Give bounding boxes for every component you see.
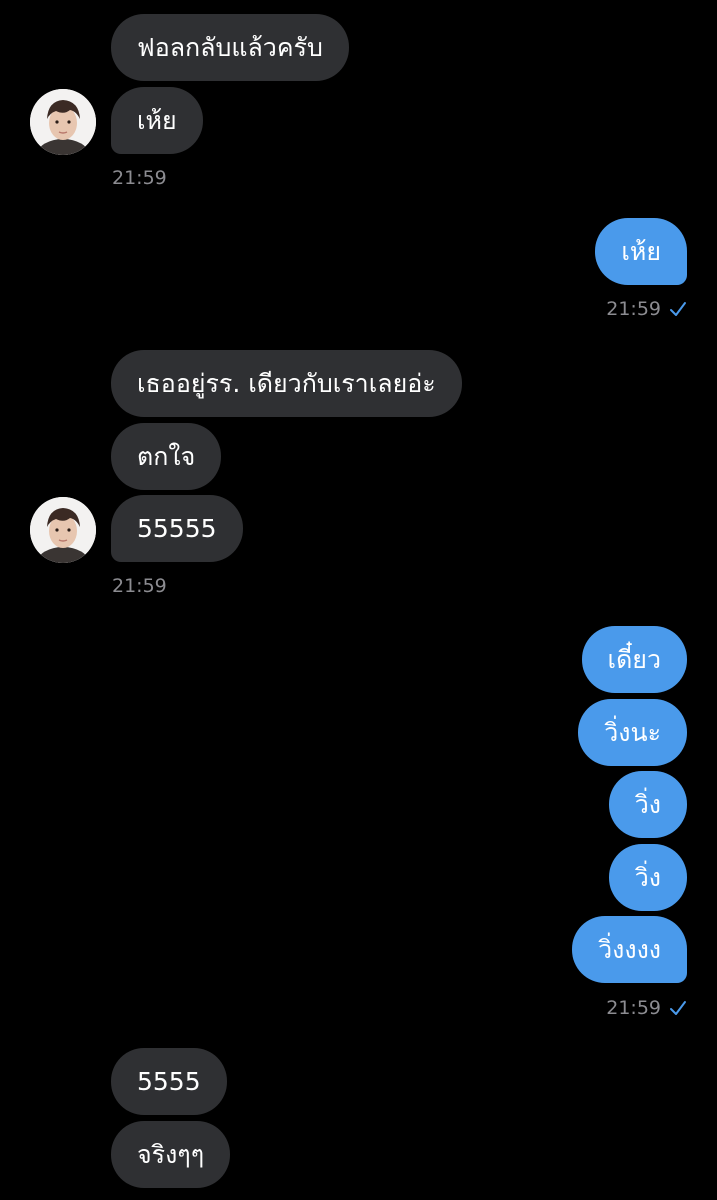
outgoing-message-bubble[interactable]: วิ่ง xyxy=(608,771,687,838)
contact-avatar[interactable] xyxy=(30,89,96,155)
outgoing-message-bubble[interactable]: เห้ย xyxy=(595,218,687,285)
incoming-message-bubble[interactable]: เธออยู่รร. เดียวกับเราเลยอ่ะ xyxy=(111,350,462,417)
incoming-message-bubble[interactable]: ตกใจ xyxy=(111,423,222,490)
avatar-image xyxy=(30,89,96,155)
check-icon xyxy=(670,302,686,316)
chat-screen: { "conversation": { "messages": [ {"side… xyxy=(0,0,717,1200)
message-timestamp: 21:59 xyxy=(112,575,167,597)
check-icon xyxy=(670,1001,686,1015)
message-meta: 21:59 xyxy=(606,997,687,1019)
message-timestamp: 21:59 xyxy=(112,167,167,189)
incoming-message-bubble[interactable]: จริงๆๆ xyxy=(111,1121,231,1188)
avatar-image xyxy=(30,497,96,563)
incoming-message-bubble[interactable]: เห้ย xyxy=(111,87,203,154)
incoming-message-bubble[interactable]: 55555 xyxy=(111,495,243,562)
message-timestamp: 21:59 xyxy=(606,997,661,1019)
outgoing-message-bubble[interactable]: วิ่งนะ xyxy=(578,699,687,766)
incoming-message-bubble[interactable]: 5555 xyxy=(111,1048,227,1115)
incoming-message-bubble[interactable]: ฟอลกลับแล้วครับ xyxy=(111,14,349,81)
contact-avatar[interactable] xyxy=(30,497,96,563)
outgoing-message-bubble[interactable]: วิ่ง xyxy=(608,844,687,911)
outgoing-message-bubble[interactable]: เดี๋ยว xyxy=(581,626,687,693)
message-timestamp: 21:59 xyxy=(606,298,661,320)
message-meta: 21:59 xyxy=(606,298,687,320)
outgoing-message-bubble[interactable]: วิ่งงงง xyxy=(572,916,687,983)
